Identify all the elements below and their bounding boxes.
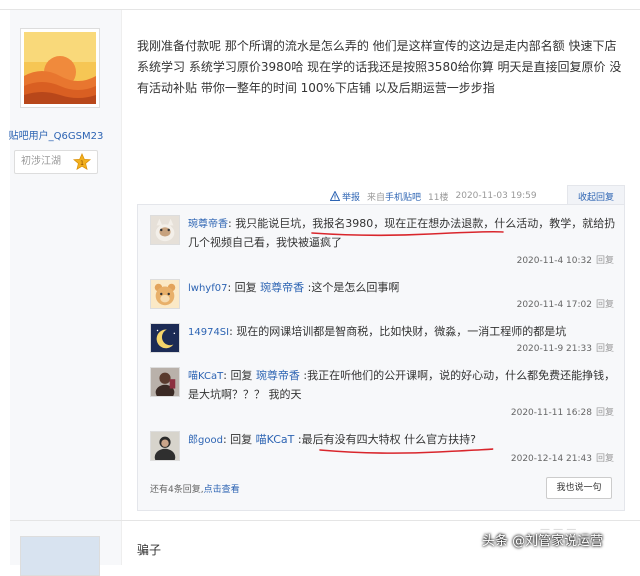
post-source: 来自手机贴吧 (367, 190, 421, 203)
report-link[interactable]: 举报 (330, 190, 360, 203)
reply-avatar[interactable] (150, 367, 180, 397)
author-level-badge[interactable]: 初涉江湖 1 (14, 150, 98, 174)
view-more-link[interactable]: 点击查看 (204, 485, 240, 495)
sunset-avatar-image (24, 32, 96, 104)
reply-body: lwhyf07: 回复 琬尊帝香 :这个是怎么回事啊 (188, 279, 616, 298)
reply-username[interactable]: 喵KCaT (188, 371, 223, 382)
reply-body: 喵KCaT: 回复 琬尊帝香 :我正在听他们的公开课啊，说的好心动，什么都免费还… (188, 367, 616, 404)
top-divider (0, 0, 640, 10)
reply-colon: : (227, 281, 235, 294)
reply-target-user[interactable]: 喵KCaT (256, 433, 295, 446)
level-title: 初涉江湖 (21, 156, 61, 167)
reply-avatar[interactable] (150, 215, 180, 245)
star-level-icon: 1 (73, 153, 91, 170)
warning-icon (330, 191, 340, 201)
author-avatar[interactable] (20, 28, 100, 108)
reply-time: 2020-11-9 21:33 (516, 344, 592, 354)
reply-target-user[interactable]: 琬尊帝香 (256, 369, 300, 382)
reply-body: 郎good: 回复 喵KCaT :最后有没有四大特权 什么官方扶持? (188, 431, 616, 450)
add-reply-button[interactable]: 我也说一句 (546, 477, 612, 499)
reply-avatar[interactable] (150, 279, 180, 309)
reply-meta: 2020-11-4 17:02 回复 (517, 297, 614, 310)
reply-avatar[interactable] (150, 431, 180, 461)
reply-to-label: 回复 (230, 433, 256, 446)
reply-meta: 2020-11-9 21:33 回复 (517, 341, 614, 354)
next-author-avatar[interactable] (20, 536, 100, 576)
reply-time: 2020-11-4 17:02 (516, 300, 592, 310)
reply-action-link[interactable]: 回复 (596, 344, 614, 354)
post-time: 2020-11-03 19:59 (455, 191, 537, 201)
reply-action-link[interactable]: 回复 (596, 408, 614, 418)
reply-action-link[interactable]: 回复 (596, 454, 614, 464)
reply-to-label: 回复 (234, 281, 261, 294)
reply-username[interactable]: lwhyf07 (188, 283, 227, 294)
reply-username[interactable]: 14974SI (188, 327, 229, 338)
reply-time: 2020-11-11 16:28 (510, 408, 592, 418)
reply-text: 我只能说巨坑，我报名3980，现在正在想办法退款，什么活动，教学，就给扔几个视频… (188, 217, 616, 249)
reply-time: 2020-12-14 21:43 (510, 454, 592, 464)
source-watermark: 头条 @刘管家说运营 (482, 534, 604, 549)
author-username[interactable]: 贴吧用户_Q6GSM23 (0, 127, 112, 142)
report-label: 举报 (342, 192, 361, 203)
reply-time: 2020-11-4 10:32 (516, 256, 592, 266)
reply-to-label: 回复 (230, 369, 256, 382)
reply-action-link[interactable]: 回复 (596, 300, 614, 310)
next-post-content: 骗子 (137, 543, 162, 557)
floor-number: 11楼 (428, 192, 449, 203)
level-number: 1 (80, 160, 84, 167)
reply-body: 琬尊帝香: 我只能说巨坑，我报名3980，现在正在想办法退款，什么活动，教学，就… (188, 215, 616, 252)
more-replies-count: 还有4条回复, (150, 485, 204, 495)
source-prefix: 来自 (367, 192, 386, 203)
reply-panel: 琬尊帝香: 我只能说巨坑，我报名3980，现在正在想办法退款，什么活动，教学，就… (137, 204, 625, 511)
reply-text: :这个是怎么回事啊 (304, 281, 400, 294)
post-content: 我刚准备付款呢 那个所谓的流水是怎么弄的 他们是这样宣传的这边是走内部名额 快速… (137, 39, 622, 95)
reply-username[interactable]: 郎good (188, 435, 223, 446)
reply-body: 14974SI: 现在的网课培训都是智商税，比如快财，微淼，一消工程师的都是坑 (188, 323, 616, 342)
reply-username[interactable]: 琬尊帝香 (188, 219, 228, 230)
reply-meta: 2020-11-11 16:28 回复 (511, 405, 614, 418)
source-link[interactable]: 手机贴吧 (385, 193, 421, 203)
reply-text: 现在的网课培训都是智商税，比如快财，微淼，一消工程师的都是坑 (236, 325, 567, 338)
reply-meta: 2020-11-4 10:32 回复 (517, 253, 614, 266)
reply-action-link[interactable]: 回复 (596, 256, 614, 266)
more-replies: 还有4条回复,点击查看 (150, 482, 240, 495)
reply-avatar[interactable] (150, 323, 180, 353)
reply-meta: 2020-12-14 21:43 回复 (511, 451, 614, 464)
reply-target-user[interactable]: 琬尊帝香 (260, 281, 304, 294)
reply-text: :最后有没有四大特权 什么官方扶持? (294, 433, 476, 446)
